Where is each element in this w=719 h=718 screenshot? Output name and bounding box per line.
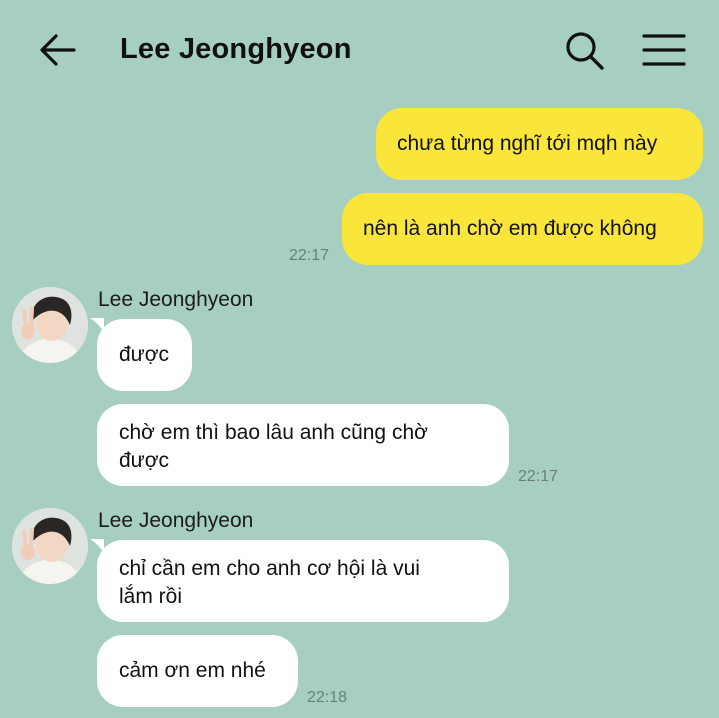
outgoing-message-bubble[interactable]: nên là anh chờ em được không: [342, 193, 703, 265]
arrow-left-icon: [40, 34, 76, 66]
hamburger-menu-icon: [642, 34, 686, 66]
chat-title: Lee Jeonghyeon: [120, 33, 352, 65]
incoming-message-bubble[interactable]: cảm ơn em nhé: [97, 635, 298, 707]
outgoing-message-bubble[interactable]: chưa từng nghĩ tới mqh này: [376, 108, 703, 180]
message-timestamp: 22:17: [289, 247, 330, 264]
menu-button[interactable]: [640, 30, 688, 70]
search-icon: [566, 32, 604, 70]
incoming-message-bubble[interactable]: chờ em thì bao lâu anh cũng chờ được: [97, 404, 509, 486]
profile-photo-icon: [12, 508, 88, 584]
incoming-message-bubble[interactable]: chỉ cần em cho anh cơ hội là vui lắm rồi: [97, 540, 509, 622]
sender-avatar[interactable]: [12, 508, 88, 584]
message-timestamp: 22:17: [518, 468, 559, 485]
chat-header: Lee Jeonghyeon: [0, 0, 719, 100]
incoming-message-bubble[interactable]: được: [97, 319, 192, 391]
profile-photo-icon: [12, 287, 88, 363]
back-button[interactable]: [36, 30, 80, 70]
search-button[interactable]: [562, 28, 608, 74]
sender-avatar[interactable]: [12, 287, 88, 363]
message-timestamp: 22:18: [307, 689, 348, 706]
sender-name: Lee Jeonghyeon: [98, 509, 254, 532]
sender-name: Lee Jeonghyeon: [98, 288, 254, 311]
